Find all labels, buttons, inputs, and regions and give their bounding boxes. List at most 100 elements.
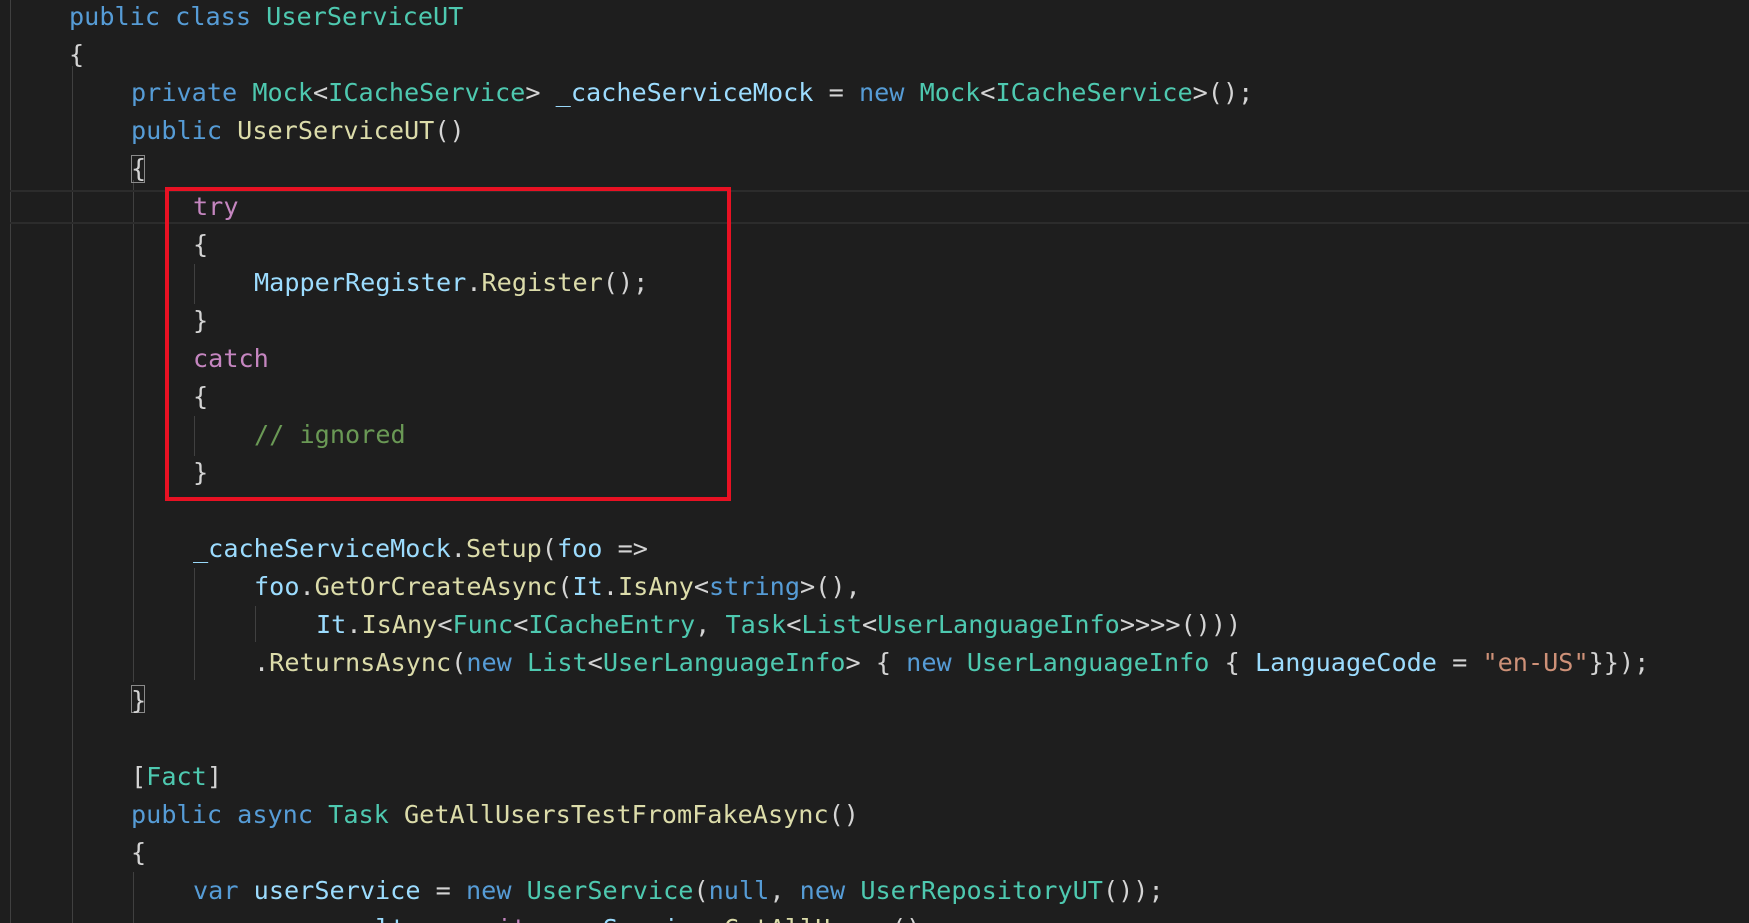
code-token: Task <box>328 800 389 829</box>
code-token: . <box>299 572 315 601</box>
code-token: await <box>451 914 527 923</box>
code-token: < <box>693 572 709 601</box>
code-token: < <box>587 648 603 677</box>
code-token: }}); <box>1588 648 1650 677</box>
annotation-highlight-box <box>165 187 731 501</box>
code-line[interactable]: [Fact] <box>0 758 222 796</box>
code-token: new <box>465 876 512 905</box>
code-token: LanguageCode <box>1254 648 1437 677</box>
code-token: new <box>858 78 905 107</box>
code-token: null <box>708 876 770 905</box>
code-token: ( <box>541 534 557 563</box>
code-token: ] <box>206 762 223 791</box>
code-token: string <box>709 572 800 601</box>
code-line[interactable]: public class UserServiceUT <box>0 0 463 36</box>
code-token: } <box>131 686 147 715</box>
code-token: ()); <box>1102 876 1164 905</box>
code-token: < <box>786 610 802 639</box>
code-token: new <box>466 648 512 677</box>
code-token: [ <box>131 762 147 791</box>
code-line[interactable]: { <box>0 150 146 188</box>
code-token: class <box>175 2 251 31</box>
code-token: { <box>131 838 147 867</box>
code-token: < <box>313 78 329 107</box>
code-token: UserService <box>526 876 694 905</box>
code-token: new <box>799 876 846 905</box>
code-line[interactable]: private Mock<ICacheService> _cacheServic… <box>0 74 1253 112</box>
code-line[interactable]: public async Task GetAllUsersTestFromFak… <box>0 796 859 834</box>
code-token: result <box>315 914 406 923</box>
code-line[interactable]: public UserServiceUT() <box>0 112 465 150</box>
code-token: >(); <box>1192 78 1254 107</box>
code-line[interactable]: var userService = new UserService(null, … <box>0 872 1164 910</box>
code-token: It <box>572 572 603 601</box>
code-token: It <box>316 610 347 639</box>
code-token: < <box>980 78 996 107</box>
code-token: Mock <box>919 78 981 107</box>
code-line[interactable]: _cacheServiceMock.Setup(foo => <box>0 530 648 568</box>
code-token: foo <box>556 534 603 563</box>
code-token: < <box>437 610 453 639</box>
code-line[interactable]: foo.GetOrCreateAsync(It.IsAny<string>(), <box>0 568 861 606</box>
code-line[interactable] <box>0 720 131 758</box>
code-token: GetAllUsers <box>724 914 891 923</box>
code-token: userService <box>253 876 421 905</box>
code-token: UserLanguageInfo <box>966 648 1210 677</box>
code-token: . <box>254 648 270 677</box>
code-token: = <box>813 78 859 107</box>
code-token: GetAllUsersTestFromFakeAsync <box>404 800 829 829</box>
code-token: = <box>420 876 466 905</box>
code-token: IsAny <box>618 572 694 601</box>
code-token: < <box>513 610 529 639</box>
code-token: foo <box>254 572 300 601</box>
code-token: var <box>193 876 239 905</box>
code-token: = <box>1436 648 1483 677</box>
code-token: Mock <box>252 78 313 107</box>
code-line[interactable]: var result = await userService.GetAllUse… <box>0 910 936 923</box>
code-token: List <box>527 648 588 677</box>
code-token: async <box>237 800 313 829</box>
code-token: . <box>709 914 724 923</box>
code-token: var <box>254 914 300 923</box>
code-token: () <box>828 800 859 829</box>
code-token: . <box>346 610 362 639</box>
code-line[interactable]: { <box>0 36 84 74</box>
code-token: . <box>602 572 618 601</box>
code-line[interactable]: It.IsAny<Func<ICacheEntry, Task<List<Use… <box>0 606 1241 644</box>
code-editor[interactable]: public class UserServiceUT { private Moc… <box>0 0 1749 923</box>
code-token: "en-US" <box>1482 648 1589 677</box>
code-token: { <box>69 40 85 69</box>
code-token: ( <box>693 876 709 905</box>
code-line[interactable]: .ReturnsAsync(new List<UserLanguageInfo>… <box>0 644 1649 682</box>
code-token: _cacheServiceMock <box>555 78 814 107</box>
code-token: . <box>450 534 466 563</box>
code-token: ICacheService <box>328 78 526 107</box>
code-line[interactable]: } <box>0 682 146 720</box>
code-token: public <box>131 116 222 145</box>
code-token: () <box>434 116 465 145</box>
code-token: ( <box>451 648 467 677</box>
code-token: ICacheEntry <box>528 610 696 639</box>
code-token: userService <box>542 914 709 923</box>
code-token: UserRepositoryUT <box>860 876 1103 905</box>
code-token: { <box>1209 648 1255 677</box>
code-token: private <box>131 78 238 107</box>
code-token: , <box>769 876 800 905</box>
code-line[interactable]: { <box>0 834 146 872</box>
code-token: => <box>602 534 648 563</box>
code-token: ReturnsAsync <box>269 648 452 677</box>
code-token: ( <box>557 572 573 601</box>
code-token: UserServiceUT <box>237 116 435 145</box>
